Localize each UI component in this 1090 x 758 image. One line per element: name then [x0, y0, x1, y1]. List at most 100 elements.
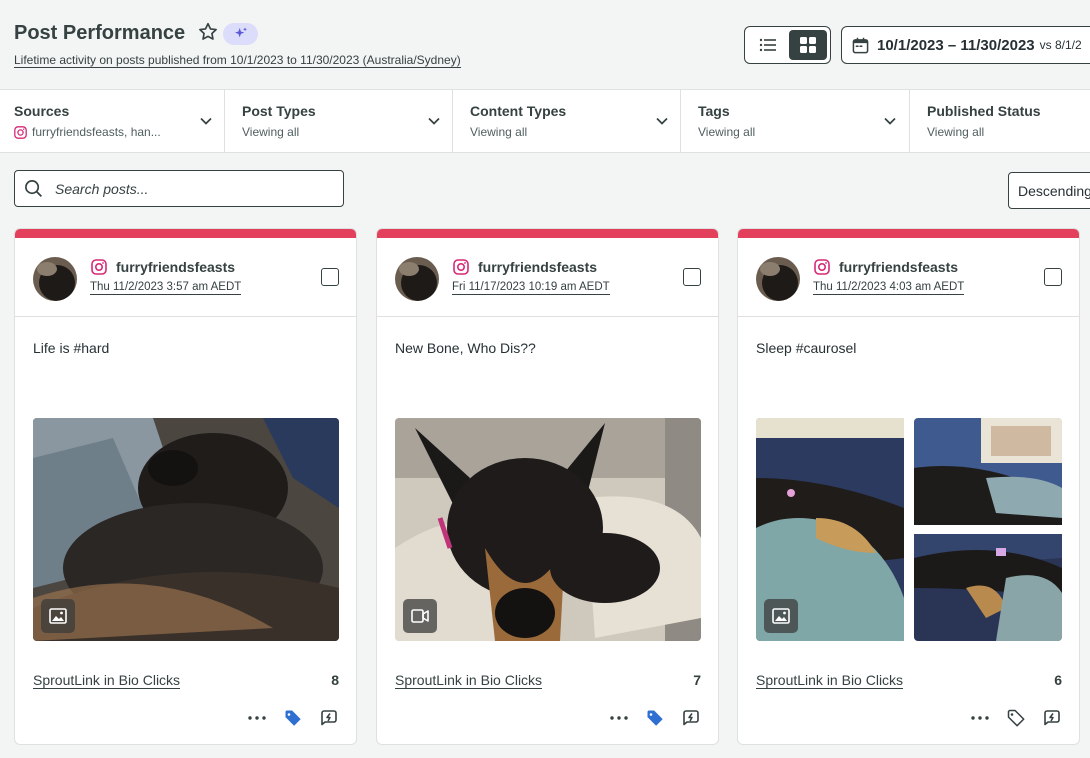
chevron-down-icon — [200, 117, 212, 125]
post-card[interactable]: furryfriendsfeasts Thu 11/2/2023 3:57 am… — [14, 228, 357, 745]
card-actions — [970, 708, 1062, 728]
reply-bolt-icon — [1044, 710, 1060, 726]
post-caption: New Bone, Who Dis?? — [395, 340, 536, 356]
filter-value-row: furryfriendsfeasts, han... — [14, 125, 161, 139]
post-date-link[interactable]: Thu 11/2/2023 3:57 am AEDT — [90, 281, 242, 295]
chevron-down-icon — [656, 117, 668, 125]
avatar — [33, 257, 77, 301]
post-caption: Life is #hard — [33, 340, 110, 356]
post-image[interactable] — [33, 418, 339, 641]
star-icon[interactable] — [197, 21, 219, 43]
filter-label: Content Types — [470, 103, 567, 119]
instagram-icon — [91, 259, 107, 275]
date-range-label: 10/1/2023 – 11/30/2023 — [877, 36, 1035, 54]
sparkle-icon — [234, 27, 247, 38]
reply-bolt-icon — [321, 710, 337, 726]
card-accent-bar — [377, 229, 718, 238]
reply-button[interactable] — [1042, 708, 1062, 728]
post-card[interactable]: furryfriendsfeasts Thu 11/2/2023 4:03 am… — [737, 228, 1080, 745]
instagram-icon — [14, 125, 27, 139]
video-type-badge — [403, 599, 437, 633]
reply-button[interactable] — [319, 708, 339, 728]
search-input[interactable] — [55, 180, 315, 197]
card-accent-bar — [15, 229, 356, 238]
filter-published-status[interactable]: Published Status Viewing all — [910, 90, 1090, 152]
filter-value: Viewing all — [927, 125, 985, 139]
select-checkbox[interactable] — [1044, 268, 1062, 286]
select-checkbox[interactable] — [321, 268, 339, 286]
post-date-link[interactable]: Fri 11/17/2023 10:19 am AEDT — [452, 281, 610, 295]
filter-label: Tags — [698, 103, 730, 119]
post-date-link[interactable]: Thu 11/2/2023 4:03 am AEDT — [813, 281, 965, 295]
card-actions — [247, 708, 339, 728]
compare-range-label: vs 8/1/2 — [1039, 38, 1082, 52]
metric-value: 8 — [331, 672, 339, 688]
instagram-icon — [453, 259, 469, 275]
instagram-icon — [814, 259, 830, 275]
filter-value: Viewing all — [242, 125, 300, 139]
sort-select[interactable]: Descending — [1008, 172, 1090, 209]
tag-icon — [647, 710, 663, 726]
post-card[interactable]: furryfriendsfeasts Fri 11/17/2023 10:19 … — [376, 228, 719, 745]
image-type-badge — [764, 599, 798, 633]
account-handle: furryfriendsfeasts — [839, 259, 959, 275]
avatar — [756, 257, 800, 301]
image-type-badge — [41, 599, 75, 633]
card-header: furryfriendsfeasts Thu 11/2/2023 4:03 am… — [738, 238, 1079, 317]
tag-button[interactable] — [645, 708, 665, 728]
filter-bar: Sources furryfriendsfeasts, han... Post … — [0, 89, 1090, 153]
filter-content-types[interactable]: Content Types Viewing all — [453, 90, 681, 152]
tag-icon — [285, 710, 301, 726]
post-video[interactable] — [395, 418, 701, 641]
metric-label[interactable]: SproutLink in Bio Clicks — [33, 672, 181, 689]
more-icon — [610, 716, 628, 720]
post-caption: Sleep #caurosel — [756, 340, 857, 356]
calendar-icon — [852, 37, 869, 53]
tag-button[interactable] — [1006, 708, 1026, 728]
filter-label: Published Status — [927, 103, 1041, 119]
metric-value: 7 — [693, 672, 701, 688]
filter-tags[interactable]: Tags Viewing all — [681, 90, 910, 152]
search-box — [14, 170, 344, 207]
more-icon — [971, 716, 989, 720]
filter-label: Sources — [14, 103, 70, 119]
card-actions — [609, 708, 701, 728]
metric-label[interactable]: SproutLink in Bio Clicks — [756, 672, 904, 689]
filter-post-types[interactable]: Post Types Viewing all — [225, 90, 453, 152]
image-icon — [49, 608, 67, 624]
filter-label: Post Types — [242, 103, 316, 119]
post-carousel[interactable] — [756, 418, 1062, 641]
view-toggle — [744, 26, 831, 64]
chevron-down-icon — [428, 117, 440, 125]
page-title: Post Performance — [14, 22, 186, 44]
filter-value: Viewing all — [698, 125, 756, 139]
grid-view-button[interactable] — [789, 30, 827, 60]
chevron-down-icon — [884, 117, 896, 125]
card-header: furryfriendsfeasts Fri 11/17/2023 10:19 … — [377, 238, 718, 317]
ai-sparkle-button[interactable] — [223, 23, 258, 45]
avatar — [395, 257, 439, 301]
filter-value: Viewing all — [470, 125, 528, 139]
filter-value: furryfriendsfeasts, han... — [32, 125, 161, 139]
list-view-button[interactable] — [749, 30, 787, 60]
date-range-picker[interactable]: 10/1/2023 – 11/30/2023 vs 8/1/2 — [841, 26, 1090, 64]
more-options-button[interactable] — [247, 708, 267, 728]
card-header: furryfriendsfeasts Thu 11/2/2023 3:57 am… — [15, 238, 356, 317]
tag-button[interactable] — [283, 708, 303, 728]
image-icon — [772, 608, 790, 624]
account-handle: furryfriendsfeasts — [478, 259, 598, 275]
video-icon — [411, 609, 429, 623]
metric-label[interactable]: SproutLink in Bio Clicks — [395, 672, 543, 689]
select-checkbox[interactable] — [683, 268, 701, 286]
more-options-button[interactable] — [970, 708, 990, 728]
list-icon — [759, 38, 776, 52]
account-handle: furryfriendsfeasts — [116, 259, 236, 275]
grid-icon — [800, 37, 816, 53]
card-accent-bar — [738, 229, 1079, 238]
more-options-button[interactable] — [609, 708, 629, 728]
search-icon — [25, 180, 42, 197]
filter-sources[interactable]: Sources furryfriendsfeasts, han... — [0, 90, 225, 152]
page-header: Post Performance Lifetime activity on po… — [0, 0, 1090, 90]
reply-button[interactable] — [681, 708, 701, 728]
page-subtitle: Lifetime activity on posts published fro… — [14, 53, 461, 68]
